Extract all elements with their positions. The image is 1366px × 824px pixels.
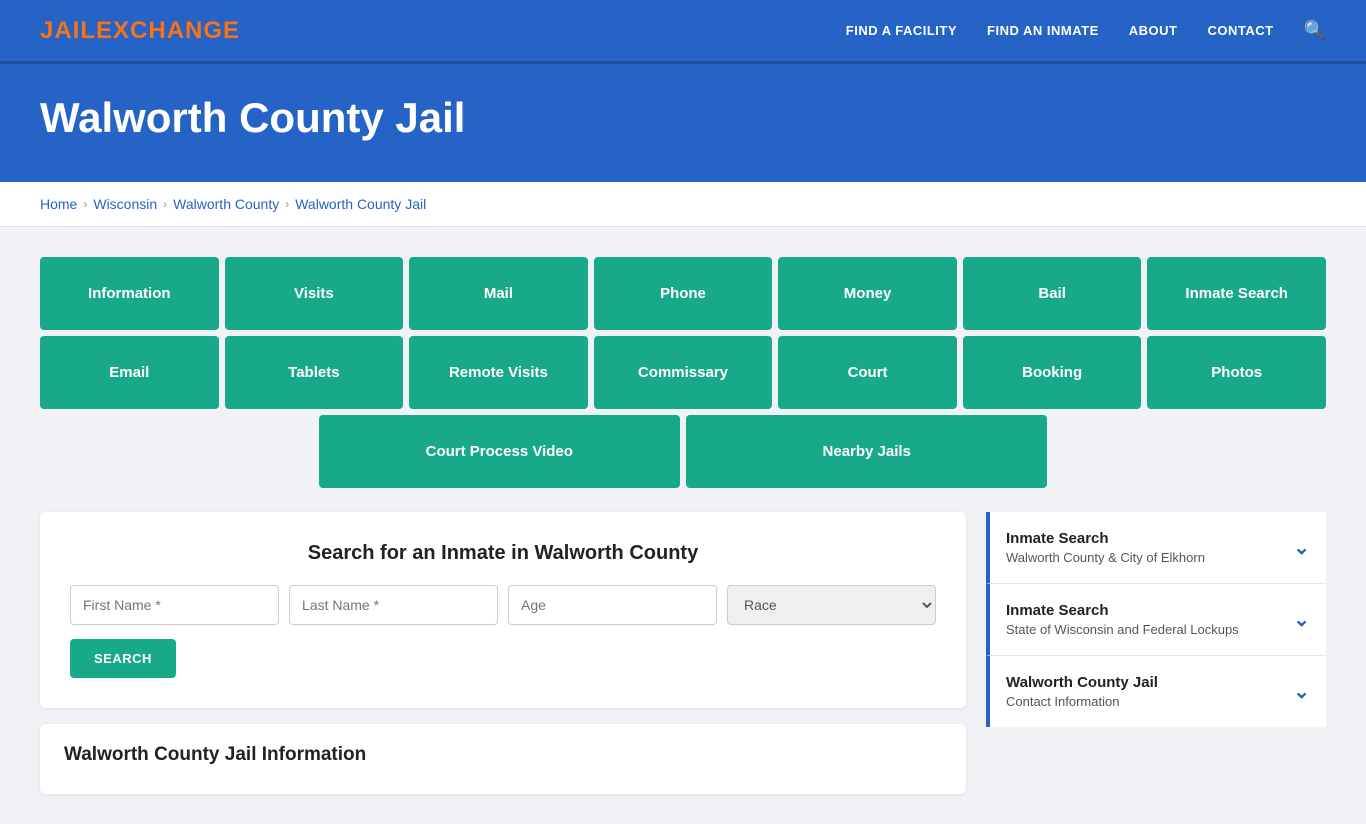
nav-find-facility[interactable]: FIND A FACILITY — [846, 23, 957, 38]
breadcrumb: Home › Wisconsin › Walworth County › Wal… — [40, 196, 1326, 212]
header: JAILEXCHANGE FIND A FACILITY FIND AN INM… — [0, 0, 1366, 64]
tile-booking[interactable]: Booking — [963, 336, 1142, 409]
tile-photos[interactable]: Photos — [1147, 336, 1326, 409]
logo-exchange: EXCHANGE — [96, 17, 240, 44]
chevron-down-icon-0: ⌄ — [1293, 535, 1310, 560]
tile-email[interactable]: Email — [40, 336, 219, 409]
tile-information[interactable]: Information — [40, 257, 219, 330]
nav-find-inmate[interactable]: FIND AN INMATE — [987, 23, 1099, 38]
main-nav: FIND A FACILITY FIND AN INMATE ABOUT CON… — [846, 20, 1326, 41]
last-name-input[interactable] — [289, 585, 498, 625]
search-icon[interactable]: 🔍 — [1304, 20, 1326, 41]
sidebar-card-title-1: Inmate Search — [1006, 602, 1239, 619]
info-section: Walworth County Jail Information — [40, 724, 966, 794]
lower-section: Search for an Inmate in Walworth County … — [40, 512, 1326, 794]
sep-3: › — [285, 197, 289, 211]
breadcrumb-bar: Home › Wisconsin › Walworth County › Wal… — [0, 182, 1366, 227]
breadcrumb-walworth-county[interactable]: Walworth County — [173, 196, 279, 212]
age-input[interactable] — [508, 585, 717, 625]
tile-money[interactable]: Money — [778, 257, 957, 330]
tile-commissary[interactable]: Commissary — [594, 336, 773, 409]
tile-inmate-search[interactable]: Inmate Search — [1147, 257, 1326, 330]
tile-court-process-video[interactable]: Court Process Video — [319, 415, 680, 488]
sidebar-card-inner-2[interactable]: Walworth County Jail Contact Information… — [990, 656, 1326, 727]
sidebar-card-text-1: Inmate Search State of Wisconsin and Fed… — [1006, 602, 1239, 637]
tile-row-2: Email Tablets Remote Visits Commissary C… — [40, 336, 1326, 409]
main-content: Information Visits Mail Phone Money Bail… — [0, 227, 1366, 824]
sidebar: Inmate Search Walworth County & City of … — [986, 512, 1326, 794]
tile-mail[interactable]: Mail — [409, 257, 588, 330]
tile-phone[interactable]: Phone — [594, 257, 773, 330]
sidebar-card-inmate-search-state: Inmate Search State of Wisconsin and Fed… — [986, 584, 1326, 656]
nav-contact[interactable]: CONTACT — [1207, 23, 1273, 38]
tile-court[interactable]: Court — [778, 336, 957, 409]
sidebar-card-text-0: Inmate Search Walworth County & City of … — [1006, 530, 1205, 565]
sidebar-card-text-2: Walworth County Jail Contact Information — [1006, 674, 1158, 709]
sidebar-card-sub-1: State of Wisconsin and Federal Lockups — [1006, 622, 1239, 637]
logo-jail: JAIL — [40, 17, 96, 44]
race-select[interactable]: Race White Black Hispanic Asian Other — [727, 585, 936, 625]
breadcrumb-home[interactable]: Home — [40, 196, 77, 212]
tile-remote-visits[interactable]: Remote Visits — [409, 336, 588, 409]
nav-about[interactable]: ABOUT — [1129, 23, 1178, 38]
tile-tablets[interactable]: Tablets — [225, 336, 404, 409]
sep-2: › — [163, 197, 167, 211]
chevron-down-icon-2: ⌄ — [1293, 679, 1310, 704]
sidebar-card-inner-1[interactable]: Inmate Search State of Wisconsin and Fed… — [990, 584, 1326, 655]
search-button[interactable]: SEARCH — [70, 639, 176, 678]
hero-banner: Walworth County Jail — [0, 64, 1366, 182]
first-name-input[interactable] — [70, 585, 279, 625]
search-form-box: Search for an Inmate in Walworth County … — [40, 512, 966, 708]
tile-row-3: Court Process Video Nearby Jails — [40, 415, 1326, 488]
sidebar-card-inmate-search-walworth: Inmate Search Walworth County & City of … — [986, 512, 1326, 584]
search-form-title: Search for an Inmate in Walworth County — [70, 542, 936, 565]
sidebar-card-sub-0: Walworth County & City of Elkhorn — [1006, 550, 1205, 565]
page-title: Walworth County Jail — [40, 94, 1326, 142]
chevron-down-icon-1: ⌄ — [1293, 607, 1310, 632]
breadcrumb-wisconsin[interactable]: Wisconsin — [93, 196, 157, 212]
sidebar-card-title-2: Walworth County Jail — [1006, 674, 1158, 691]
info-title: Walworth County Jail Information — [64, 744, 942, 766]
logo[interactable]: JAILEXCHANGE — [40, 17, 240, 45]
sidebar-card-sub-2: Contact Information — [1006, 694, 1158, 709]
sidebar-card-title-0: Inmate Search — [1006, 530, 1205, 547]
tile-nearby-jails[interactable]: Nearby Jails — [686, 415, 1047, 488]
search-form-row: Race White Black Hispanic Asian Other — [70, 585, 936, 625]
tile-visits[interactable]: Visits — [225, 257, 404, 330]
sep-1: › — [83, 197, 87, 211]
tile-row-1: Information Visits Mail Phone Money Bail… — [40, 257, 1326, 330]
sidebar-card-contact-info: Walworth County Jail Contact Information… — [986, 656, 1326, 727]
tile-bail[interactable]: Bail — [963, 257, 1142, 330]
breadcrumb-walworth-county-jail[interactable]: Walworth County Jail — [295, 196, 426, 212]
sidebar-card-inner-0[interactable]: Inmate Search Walworth County & City of … — [990, 512, 1326, 583]
